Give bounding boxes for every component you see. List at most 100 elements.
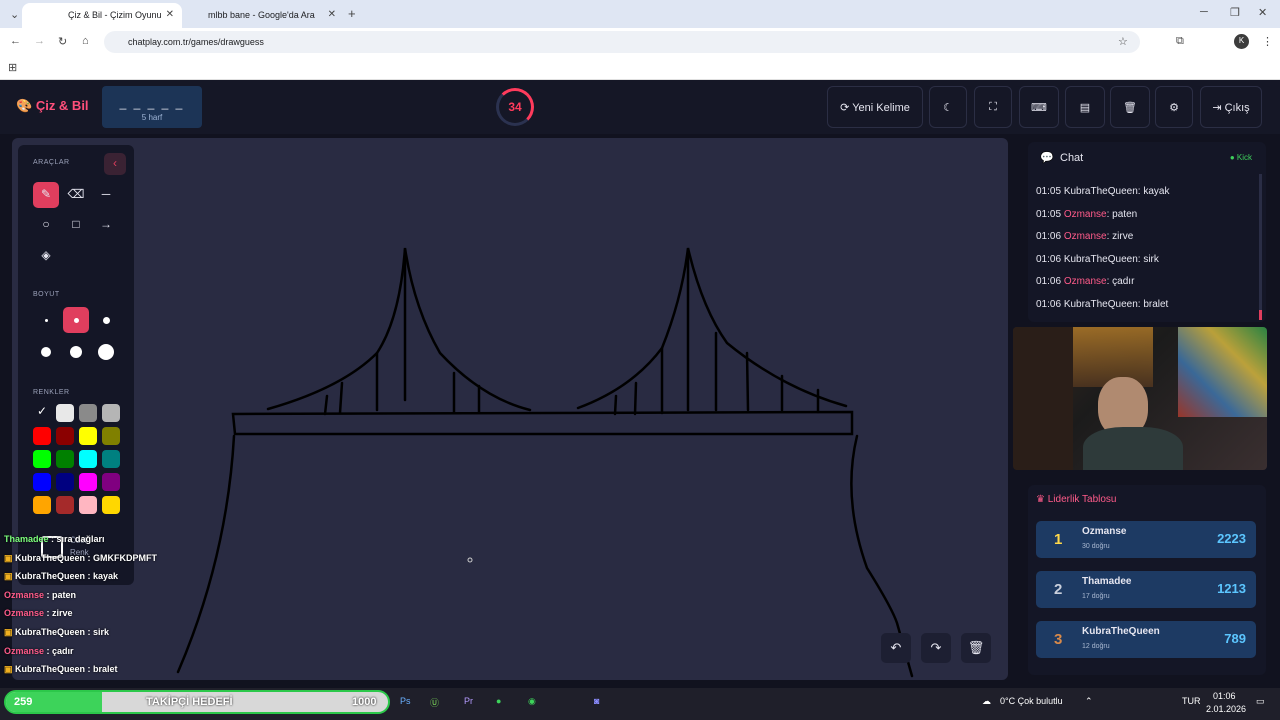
profile-avatar[interactable]: K	[1234, 34, 1249, 49]
settings-button[interactable]: ⚙	[1155, 86, 1193, 128]
overlay-text: : sıra dağları	[48, 534, 105, 544]
chat-text: : çadır	[1106, 276, 1135, 288]
circle-tool-button[interactable]: ○	[33, 212, 59, 238]
color-swatch[interactable]	[79, 496, 97, 514]
discord-icon[interactable]: ◙	[594, 696, 599, 706]
overlay-text: : GMKFKDPMFT	[85, 552, 158, 563]
color-swatch[interactable]	[79, 473, 97, 491]
undo-button[interactable]: ↶	[881, 633, 911, 663]
pencil-tool-button[interactable]: ✎	[33, 182, 59, 208]
clear-canvas-button[interactable]: 🗑	[961, 633, 991, 663]
back-icon[interactable]: ←	[10, 35, 21, 47]
line-tool-button[interactable]: ─	[93, 182, 119, 208]
tab-active[interactable]: Çiz & Bil - Çizim Oyunu ✕	[22, 3, 182, 28]
color-swatch[interactable]	[56, 496, 74, 514]
eraser-tool-button[interactable]: ⌫	[63, 182, 89, 208]
minimize-icon[interactable]: ─	[1200, 6, 1208, 18]
tab-inactive[interactable]: mlbb bane - Google'da Ara ✕	[186, 3, 344, 28]
size-xxl-button[interactable]	[93, 339, 119, 365]
chat-scrollbar[interactable]	[1259, 174, 1262, 320]
color-swatch[interactable]	[56, 450, 74, 468]
color-swatch[interactable]	[56, 427, 74, 445]
arrow-tool-button[interactable]: →	[93, 212, 119, 238]
overlay-user: Thamadee	[4, 534, 49, 544]
bookmark-star-icon[interactable]: ☆	[1118, 35, 1128, 48]
size-l-button[interactable]	[33, 339, 59, 365]
color-swatch[interactable]	[102, 450, 120, 468]
close-tab-icon[interactable]: ✕	[166, 9, 174, 20]
chat-message: 01:05 KubraTheQueen: kayak	[1036, 186, 1169, 197]
clock-date[interactable]: 2.01.2026	[1206, 704, 1246, 714]
new-tab-icon[interactable]: +	[348, 6, 356, 21]
close-tab-icon[interactable]: ✕	[328, 9, 336, 20]
archive-button[interactable]: ▤	[1065, 86, 1105, 128]
chat-time: 01:06	[1036, 276, 1062, 288]
color-swatch[interactable]: ✓	[33, 404, 51, 422]
color-swatch[interactable]	[56, 404, 74, 422]
tray-up-icon[interactable]: ⌃	[1085, 696, 1093, 707]
fullscreen-button[interactable]: ⛶	[974, 86, 1012, 128]
overlay-text: : paten	[44, 589, 77, 600]
home-icon[interactable]: ⌂	[82, 35, 89, 47]
overlay-text: : sirk	[85, 627, 110, 637]
notifications-icon[interactable]: ▭	[1256, 696, 1265, 707]
bridge-drawing	[176, 247, 914, 678]
rectangle-tool-button[interactable]: □	[63, 212, 89, 238]
chat-text: : sirk	[1137, 253, 1159, 265]
premiere-icon[interactable]: Pr	[464, 696, 473, 706]
overlay-chat-line: Ozmanse : çadır	[4, 646, 74, 656]
url-bar[interactable]: chatplay.com.tr/games/drawguess	[104, 31, 1140, 53]
redo-button[interactable]: ↷	[921, 633, 951, 663]
color-swatch[interactable]	[33, 450, 51, 468]
chat-text: : paten	[1106, 208, 1138, 220]
drawing-canvas[interactable]	[12, 138, 1008, 680]
extension-icon[interactable]: ⧉	[1176, 35, 1184, 48]
color-swatch[interactable]	[56, 473, 74, 491]
color-swatch[interactable]	[102, 496, 120, 514]
photoshop-icon[interactable]: Ps	[400, 696, 411, 706]
color-swatch[interactable]	[79, 427, 97, 445]
apps-grid-icon[interactable]: ⊞	[8, 61, 17, 74]
size-s-button[interactable]	[63, 307, 89, 333]
leader-name: KubraTheQueen	[1082, 626, 1160, 637]
leaderboard-row: 2 Thamadee 17 doğru 1213	[1036, 571, 1256, 608]
fill-tool-button[interactable]: ◈	[33, 243, 59, 269]
dark-mode-button[interactable]: ☾	[929, 86, 967, 128]
kick-label: Kick	[1236, 153, 1252, 162]
chat-time: 01:06	[1036, 253, 1062, 265]
tab-list-icon[interactable]: ⌄	[10, 8, 19, 21]
close-window-icon[interactable]: ✕	[1258, 6, 1267, 19]
language-indicator[interactable]: TUR	[1182, 696, 1201, 706]
restore-icon[interactable]: ❐	[1230, 6, 1240, 19]
color-swatch[interactable]	[79, 450, 97, 468]
url-text: chatplay.com.tr/games/drawguess	[128, 37, 264, 47]
color-swatch[interactable]	[102, 404, 120, 422]
size-m-button[interactable]	[93, 307, 119, 333]
reload-icon[interactable]: ↻	[58, 35, 67, 48]
menu-icon[interactable]: ⋮	[1262, 35, 1273, 48]
chat-time: 01:05	[1036, 186, 1062, 197]
whatsapp-icon[interactable]: ◉	[528, 696, 536, 707]
clock-time[interactable]: 01:06	[1213, 691, 1236, 701]
color-swatch[interactable]	[33, 473, 51, 491]
color-swatch[interactable]	[102, 427, 120, 445]
overlay-chat-line: ▣ KubraTheQueen : kayak	[4, 571, 118, 582]
chat-time: 01:06	[1036, 299, 1062, 310]
color-swatch[interactable]	[33, 427, 51, 445]
size-xs-button[interactable]	[33, 307, 59, 333]
upwork-icon[interactable]: Ⓤ	[430, 696, 439, 709]
new-word-button[interactable]: ⟳ Yeni Kelime	[827, 86, 923, 128]
color-swatch[interactable]	[79, 404, 97, 422]
spotify-icon[interactable]: ●	[496, 696, 501, 706]
forward-icon[interactable]: →	[34, 35, 45, 47]
collapse-tools-button[interactable]: ‹	[104, 153, 126, 175]
keyboard-button[interactable]: ⌨	[1019, 86, 1059, 128]
logout-button[interactable]: ⇥ Çıkış	[1200, 86, 1262, 128]
chat-user: Ozmanse	[1063, 276, 1107, 288]
size-xl-button[interactable]	[63, 339, 89, 365]
delete-button[interactable]: 🗑	[1110, 86, 1150, 128]
round-timer: 34	[496, 88, 534, 126]
color-swatch[interactable]	[33, 496, 51, 514]
overlay-chat-line: ▣ KubraTheQueen : GMKFKDPMFT	[4, 553, 157, 564]
color-swatch[interactable]	[102, 473, 120, 491]
